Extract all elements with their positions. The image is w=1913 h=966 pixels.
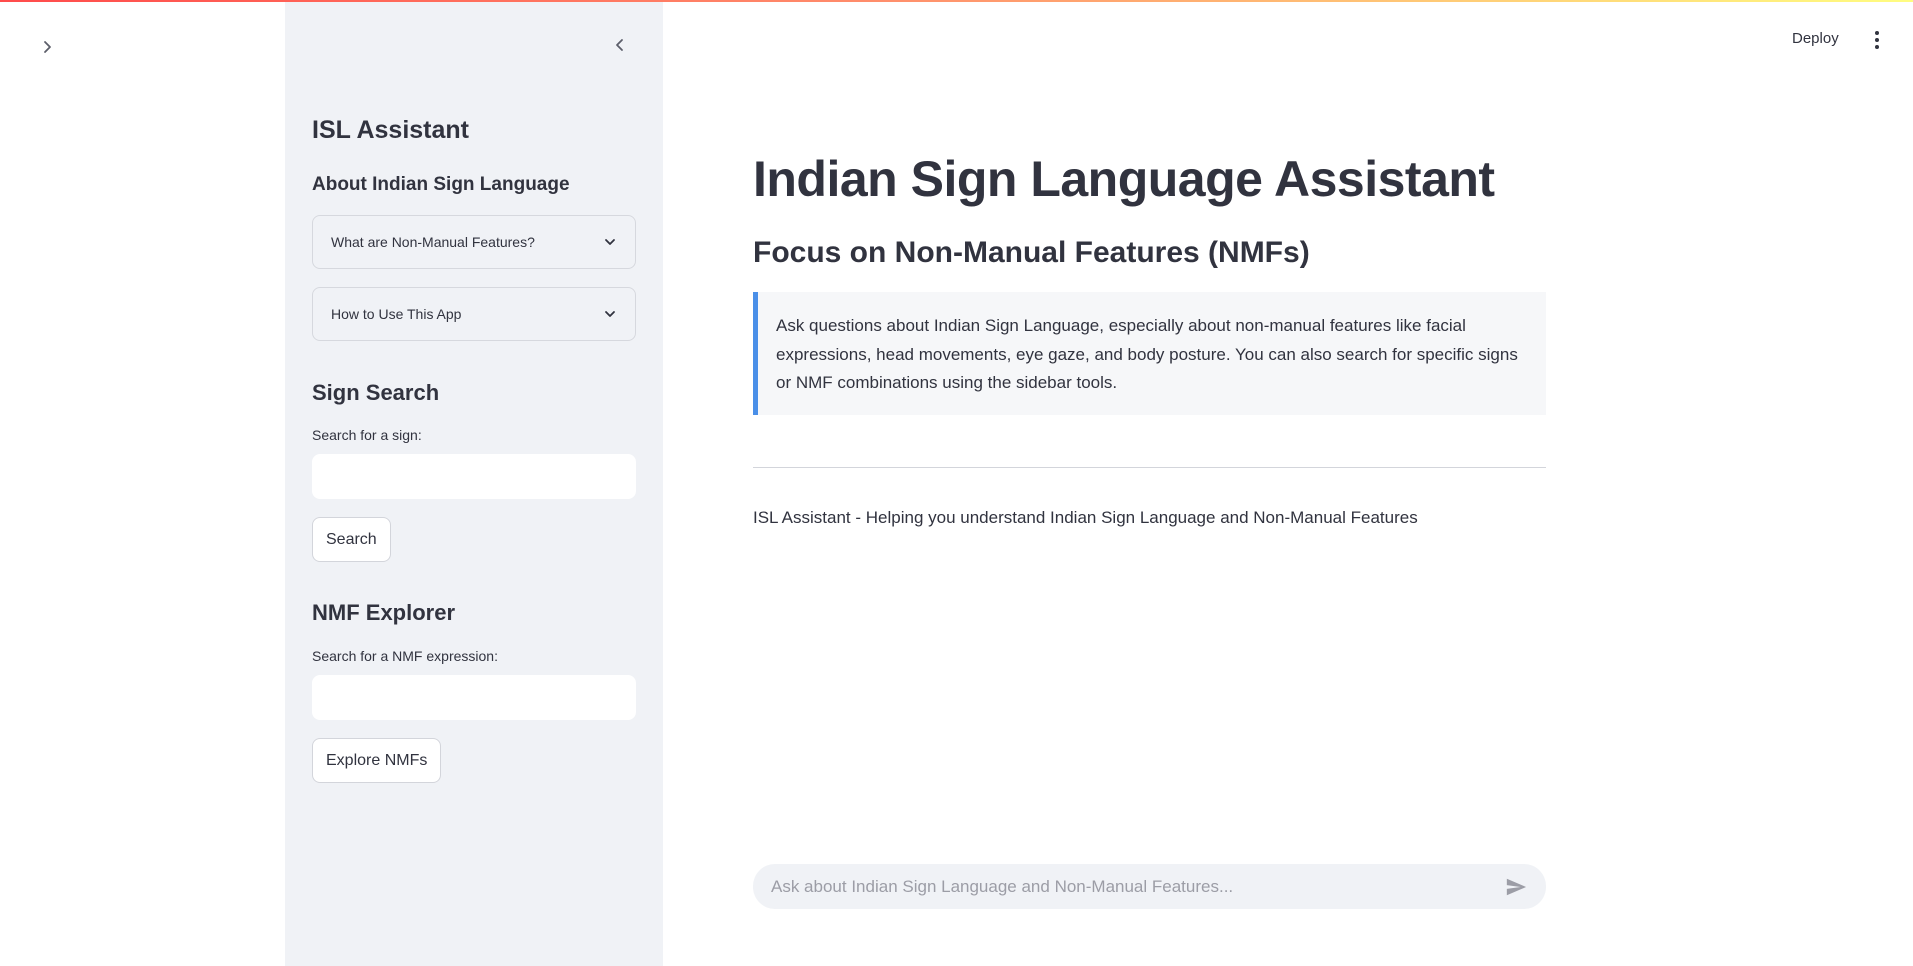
sidebar: ISL Assistant About Indian Sign Language… [285,2,663,966]
chevron-down-icon [605,239,615,245]
sign-search-heading: Sign Search [312,380,440,405]
expander-label: What are Non-Manual Features? [331,234,535,250]
chevron-right-icon [44,41,51,53]
chat-input-bar [753,864,1546,909]
chevron-down-icon [605,311,615,317]
search-button[interactable]: Search [312,517,391,562]
footer-caption: ISL Assistant - Helping you understand I… [753,508,1418,527]
nmf-search-label: Search for a NMF expression: [312,648,498,664]
expander-label: How to Use This App [331,306,462,322]
expander-non-manual-features[interactable]: What are Non-Manual Features? [312,215,636,269]
page-title: Indian Sign Language Assistant [753,151,1495,207]
about-heading: About Indian Sign Language [312,174,570,195]
kebab-menu-icon[interactable] [1868,28,1886,52]
sign-search-input[interactable] [312,454,636,499]
sidebar-title: ISL Assistant [312,116,469,144]
info-text: Ask questions about Indian Sign Language… [776,316,1518,392]
page-subtitle: Focus on Non-Manual Features (NMFs) [753,236,1310,269]
deploy-button[interactable]: Deploy [1792,30,1839,47]
chevron-left-icon [616,39,623,51]
collapse-sidebar-button[interactable] [607,32,633,58]
expand-sidebar-button[interactable] [34,34,60,60]
sign-search-label: Search for a sign: [312,427,422,443]
chat-input[interactable] [771,876,1504,897]
info-callout: Ask questions about Indian Sign Language… [753,292,1546,415]
expander-how-to-use[interactable]: How to Use This App [312,287,636,341]
divider [753,467,1546,468]
send-button[interactable] [1504,875,1528,899]
nmf-search-input[interactable] [312,675,636,720]
send-icon [1506,878,1527,895]
nmf-explorer-heading: NMF Explorer [312,600,456,625]
explore-nmfs-button[interactable]: Explore NMFs [312,738,442,783]
